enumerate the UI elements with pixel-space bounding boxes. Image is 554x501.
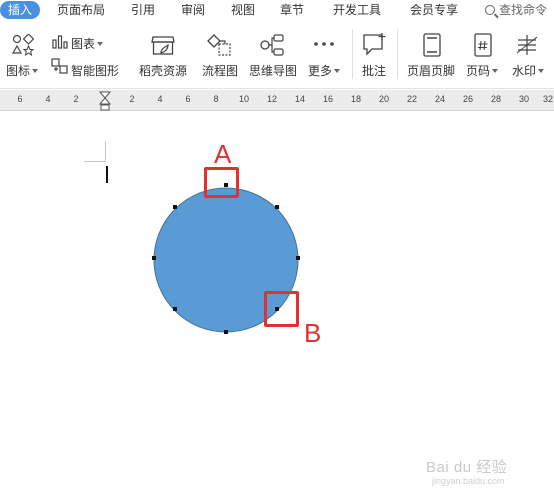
ruler-label: 4 <box>157 94 163 104</box>
smart-art-icon[interactable] <box>51 58 68 74</box>
chevron-down-icon <box>334 69 341 73</box>
tab-insert[interactable]: 插入 <box>0 1 41 19</box>
icons-gallery-icon[interactable] <box>12 34 34 56</box>
search-icon <box>485 5 495 15</box>
resize-handle-top-left[interactable] <box>173 205 177 209</box>
ribbon-panel: 图标 图表 智能图形 稻壳资源 流程图 思维导图 更多 批注 页眉页脚 页码 水… <box>0 21 554 89</box>
tab-developer-tools[interactable]: 开发工具 <box>333 1 381 19</box>
mind-map-icon[interactable] <box>259 33 285 57</box>
document-canvas[interactable]: A B Bai du 经验 jingyan.baidu.com <box>0 111 554 501</box>
annotation-label-b: B <box>304 318 322 348</box>
tab-page-layout[interactable]: 页面布局 <box>57 1 105 19</box>
icons-label: 图标 <box>6 64 31 78</box>
resize-handle-right[interactable] <box>296 256 300 260</box>
margin-corner-mark <box>84 161 106 162</box>
page-number-label: 页码 <box>466 64 491 78</box>
annotation-box-b <box>264 291 299 327</box>
ruler-label: 6 <box>185 94 191 104</box>
ribbon-tab-bar: 插入 页面布局 引用 审阅 视图 章节 开发工具 会员专享 查找命令 <box>0 0 554 21</box>
ribbon-separator <box>397 29 398 79</box>
page-number-button[interactable]: 页码 <box>466 62 499 79</box>
chevron-down-icon <box>32 69 39 73</box>
ruler-label: 32 <box>542 94 553 104</box>
chevron-down-icon <box>538 69 545 73</box>
chevron-down-icon <box>97 42 104 46</box>
tab-member-exclusive[interactable]: 会员专享 <box>410 1 458 19</box>
annotation-box-a <box>204 167 239 198</box>
search-label: 查找命令 <box>499 3 548 17</box>
resize-handle-left[interactable] <box>152 256 156 260</box>
ruler-label: 2 <box>73 94 79 104</box>
ruler-label: 20 <box>378 94 389 104</box>
chart-label: 图表 <box>71 37 96 51</box>
more-button[interactable]: 更多 <box>308 62 341 79</box>
ruler-label: 12 <box>266 94 277 104</box>
chevron-down-icon <box>492 69 499 73</box>
daoke-resources-button[interactable]: 稻壳资源 <box>139 62 187 79</box>
chart-button[interactable]: 图表 <box>71 35 104 52</box>
more-icon[interactable] <box>313 41 335 47</box>
resize-handle-bottom[interactable] <box>224 330 228 334</box>
mind-map-button[interactable]: 思维导图 <box>249 62 297 79</box>
command-search[interactable]: 查找命令 <box>485 1 547 19</box>
page-number-icon[interactable] <box>473 33 493 57</box>
margin-corner-mark <box>105 141 106 161</box>
indent-marker-icon[interactable] <box>99 91 111 111</box>
ruler-label: 14 <box>294 94 305 104</box>
ruler-label: 30 <box>518 94 529 104</box>
horizontal-ruler[interactable]: 6 4 2 2 4 6 8 10 12 14 16 18 20 22 24 26… <box>0 90 554 111</box>
watermark-button[interactable]: 水印 <box>512 62 545 79</box>
watermark-label: 水印 <box>512 64 537 78</box>
more-label: 更多 <box>308 64 333 78</box>
ruler-label: 18 <box>350 94 361 104</box>
shop-icon[interactable] <box>150 33 176 57</box>
header-footer-icon[interactable] <box>422 33 442 57</box>
ruler-label: 22 <box>406 94 417 104</box>
text-cursor <box>106 166 108 183</box>
tab-references[interactable]: 引用 <box>131 1 155 19</box>
ruler-label: 26 <box>462 94 473 104</box>
tab-review[interactable]: 审阅 <box>181 1 205 19</box>
ruler-label: 24 <box>434 94 445 104</box>
chart-icon[interactable] <box>52 34 68 49</box>
resize-handle-top-right[interactable] <box>275 205 279 209</box>
tab-view[interactable]: 视图 <box>231 1 255 19</box>
flowchart-icon[interactable] <box>206 33 232 57</box>
ruler-label: 4 <box>45 94 51 104</box>
tab-section[interactable]: 章节 <box>280 1 304 19</box>
comment-icon[interactable] <box>362 32 388 57</box>
smart-art-button[interactable]: 智能图形 <box>71 62 119 79</box>
comment-button[interactable]: 批注 <box>362 62 386 79</box>
ruler-label: 6 <box>17 94 23 104</box>
resize-handle-bottom-left[interactable] <box>173 307 177 311</box>
baidu-watermark-url: jingyan.baidu.com <box>432 476 505 486</box>
icons-button[interactable]: 图标 <box>6 62 39 79</box>
baidu-watermark: Bai du 经验 <box>426 459 508 476</box>
ruler-label: 10 <box>238 94 249 104</box>
ruler-label: 8 <box>213 94 219 104</box>
ribbon-separator <box>352 29 353 79</box>
ruler-label: 28 <box>490 94 501 104</box>
watermark-icon[interactable] <box>515 34 539 56</box>
header-footer-button[interactable]: 页眉页脚 <box>407 62 455 79</box>
ribbon-border <box>0 88 554 89</box>
flowchart-button[interactable]: 流程图 <box>202 62 238 79</box>
ruler-label: 16 <box>322 94 333 104</box>
annotation-label-a: A <box>214 139 232 169</box>
ruler-label: 2 <box>129 94 135 104</box>
